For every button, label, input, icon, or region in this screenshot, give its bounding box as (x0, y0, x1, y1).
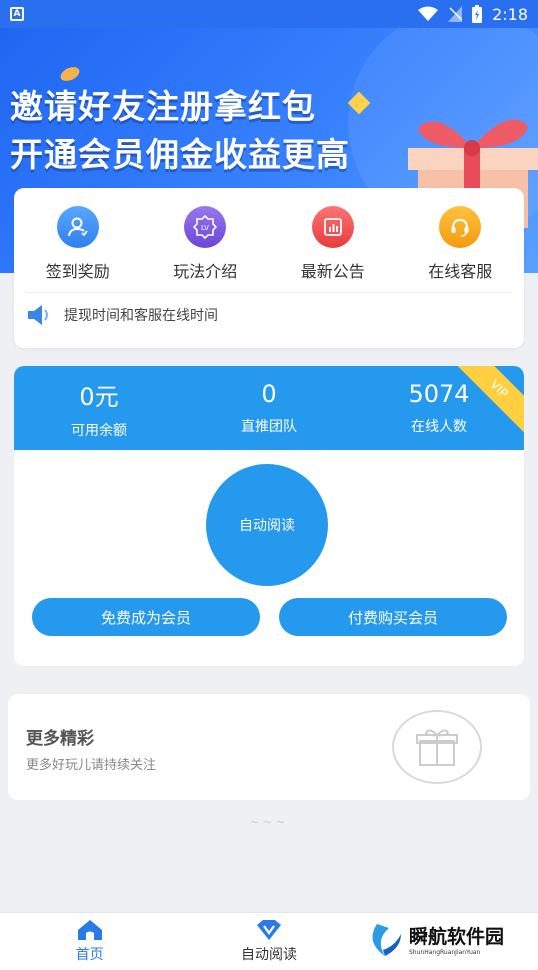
membership-card: 0元 可用余额 0 直推团队 5074 在线人数 VIP 自动阅读 免费成为会员… (14, 366, 524, 666)
tab-label: 自动阅读 (240, 947, 297, 963)
stat-value: 0 (261, 380, 277, 408)
gift-icon (392, 710, 482, 784)
menu-item-announcement[interactable]: 最新公告 (278, 206, 388, 282)
stat-team[interactable]: 0 直推团队 (194, 380, 344, 436)
menu-label: 在线客服 (428, 262, 493, 281)
watermark: 瞬航软件园 ShunHangRuanJianYuan (371, 920, 504, 958)
more-subtitle: 更多好玩儿请持续关注 (26, 758, 157, 773)
speaker-icon (28, 305, 48, 325)
svg-text:LV: LV (201, 224, 209, 232)
banner-headline-2: 开通会员佣金收益更高 (10, 135, 350, 174)
buy-membership-button[interactable]: 付费购买会员 (279, 598, 507, 636)
watermark-sub: ShunHangRuanJianYuan (408, 949, 481, 956)
menu-label: 最新公告 (300, 262, 365, 281)
notice-bar[interactable]: 提现时间和客服在线时间 (26, 292, 512, 327)
menu-item-checkin[interactable]: 签到奖励 (23, 206, 133, 282)
quick-menu: 签到奖励 LV 玩法介绍 最新公告 在线客服 (14, 188, 524, 282)
stat-balance[interactable]: 0元 可用余额 (24, 377, 174, 440)
headset-icon (439, 206, 482, 248)
banner-headline-1: 邀请好友注册拿红包 (10, 87, 316, 126)
no-signal-icon (448, 6, 463, 22)
divider: ~~~ (249, 815, 289, 829)
quick-menu-card: 签到奖励 LV 玩法介绍 最新公告 在线客服 提现时间和客服在线时间 (14, 188, 524, 348)
clock: 2:18 (492, 4, 528, 24)
notice-text: 提现时间和客服在线时间 (64, 308, 218, 324)
tab-auto-read[interactable]: 自动阅读 (179, 913, 358, 970)
lv-badge-icon: LV (184, 206, 227, 248)
free-membership-button[interactable]: 免费成为会员 (32, 598, 260, 636)
diamond-icon (347, 91, 371, 115)
tab-home[interactable]: 首页 (0, 913, 179, 970)
watermark-logo-icon (372, 924, 401, 956)
menu-label: 签到奖励 (45, 262, 110, 281)
stat-label: 在线人数 (411, 419, 467, 435)
stats-bar: 0元 可用余额 0 直推团队 5074 在线人数 VIP (14, 366, 524, 450)
tab-label: 首页 (75, 947, 104, 963)
stat-label: 可用余额 (71, 422, 127, 439)
stat-value: 0元 (79, 382, 119, 411)
chart-icon (311, 206, 354, 248)
status-bar: A 2:18 (0, 0, 538, 28)
more-card[interactable]: 更多精彩 更多好玩儿请持续关注 (8, 694, 530, 800)
battery-icon (472, 5, 483, 23)
user-heart-icon (56, 206, 99, 248)
auto-read-button[interactable]: 自动阅读 (206, 464, 328, 586)
home-icon (77, 920, 102, 940)
watermark-title: 瞬航软件园 (408, 926, 504, 948)
stat-label: 直推团队 (241, 419, 297, 435)
menu-item-guide[interactable]: LV 玩法介绍 (150, 206, 260, 282)
menu-label: 玩法介绍 (173, 262, 238, 281)
more-title: 更多精彩 (26, 729, 94, 749)
app-badge-icon: A (10, 7, 24, 21)
wifi-icon (418, 6, 439, 21)
menu-item-support[interactable]: 在线客服 (405, 206, 515, 282)
diamond-v-icon (256, 920, 281, 940)
